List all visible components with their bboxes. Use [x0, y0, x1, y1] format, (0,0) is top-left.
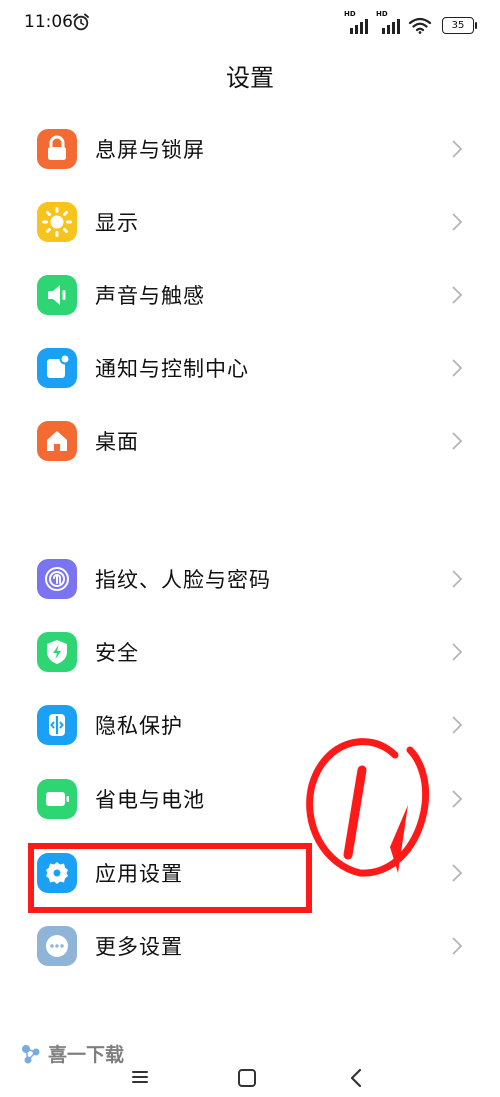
chevron-right-icon [452, 213, 463, 231]
chevron-right-icon [452, 570, 463, 588]
chevron-right-icon [452, 432, 463, 450]
recent-apps-menu-icon[interactable] [131, 1069, 149, 1085]
status-bar: 11:06 HD HD 35 [0, 0, 500, 46]
settings-item-label: 隐私保护 [95, 714, 183, 738]
settings-item-label: 显示 [95, 211, 139, 235]
battery-level: 35 [451, 20, 465, 31]
annotation-highlight-box [28, 843, 312, 913]
settings-item-label: 安全 [95, 641, 139, 665]
alarm-clock-icon [73, 13, 89, 31]
settings-item-label: 指纹、人脸与密码 [95, 568, 271, 592]
page-title: 设置 [226, 64, 274, 92]
home-icon [37, 421, 77, 461]
shield-bolt-icon [37, 632, 77, 672]
chevron-right-icon [452, 643, 463, 661]
signal-strength-icon: HD [376, 10, 400, 34]
notification-icon [37, 348, 77, 388]
chevron-right-icon [452, 790, 463, 808]
chevron-right-icon [452, 716, 463, 734]
annotation-circled-one [306, 738, 430, 877]
settings-item-display[interactable]: 显示 [0, 185, 500, 259]
back-icon[interactable] [350, 1068, 362, 1088]
settings-item-desktop[interactable]: 桌面 [0, 404, 500, 478]
chevron-right-icon [452, 359, 463, 377]
fingerprint-icon [37, 559, 77, 599]
settings-item-label: 省电与电池 [95, 788, 205, 812]
signal-strength-icon: HD [344, 10, 368, 34]
home-button-icon[interactable] [238, 1069, 256, 1087]
settings-item-more-settings[interactable]: 更多设置 [0, 909, 500, 983]
settings-item-label: 息屏与锁屏 [95, 138, 205, 162]
chevron-right-icon [452, 937, 463, 955]
status-icons: HD HD 35 [344, 10, 477, 34]
sun-icon [37, 202, 77, 242]
settings-item-sound[interactable]: 声音与触感 [0, 258, 500, 332]
settings-item-label: 更多设置 [95, 935, 183, 959]
privacy-icon [37, 705, 77, 745]
chevron-right-icon [452, 286, 463, 304]
lock-icon [37, 129, 77, 169]
settings-item-notifications[interactable]: 通知与控制中心 [0, 331, 500, 405]
settings-item-label: 声音与触感 [95, 284, 205, 308]
wifi-icon [408, 17, 432, 34]
navigation-bar [0, 1060, 500, 1097]
settings-item-fingerprint-face-password[interactable]: 指纹、人脸与密码 [0, 542, 500, 616]
settings-item-lock-screen[interactable]: 息屏与锁屏 [0, 112, 500, 186]
battery-icon [37, 779, 77, 819]
speaker-icon [37, 275, 77, 315]
chevron-right-icon [452, 864, 463, 882]
battery-icon: 35 [442, 17, 477, 34]
settings-item-label: 桌面 [95, 430, 139, 454]
more-icon [37, 926, 77, 966]
hd-label: HD [344, 10, 356, 18]
settings-item-label: 通知与控制中心 [95, 357, 249, 381]
hd-label: HD [376, 10, 388, 18]
status-time: 11:06 [24, 12, 73, 32]
settings-item-security[interactable]: 安全 [0, 615, 500, 689]
chevron-right-icon [452, 140, 463, 158]
